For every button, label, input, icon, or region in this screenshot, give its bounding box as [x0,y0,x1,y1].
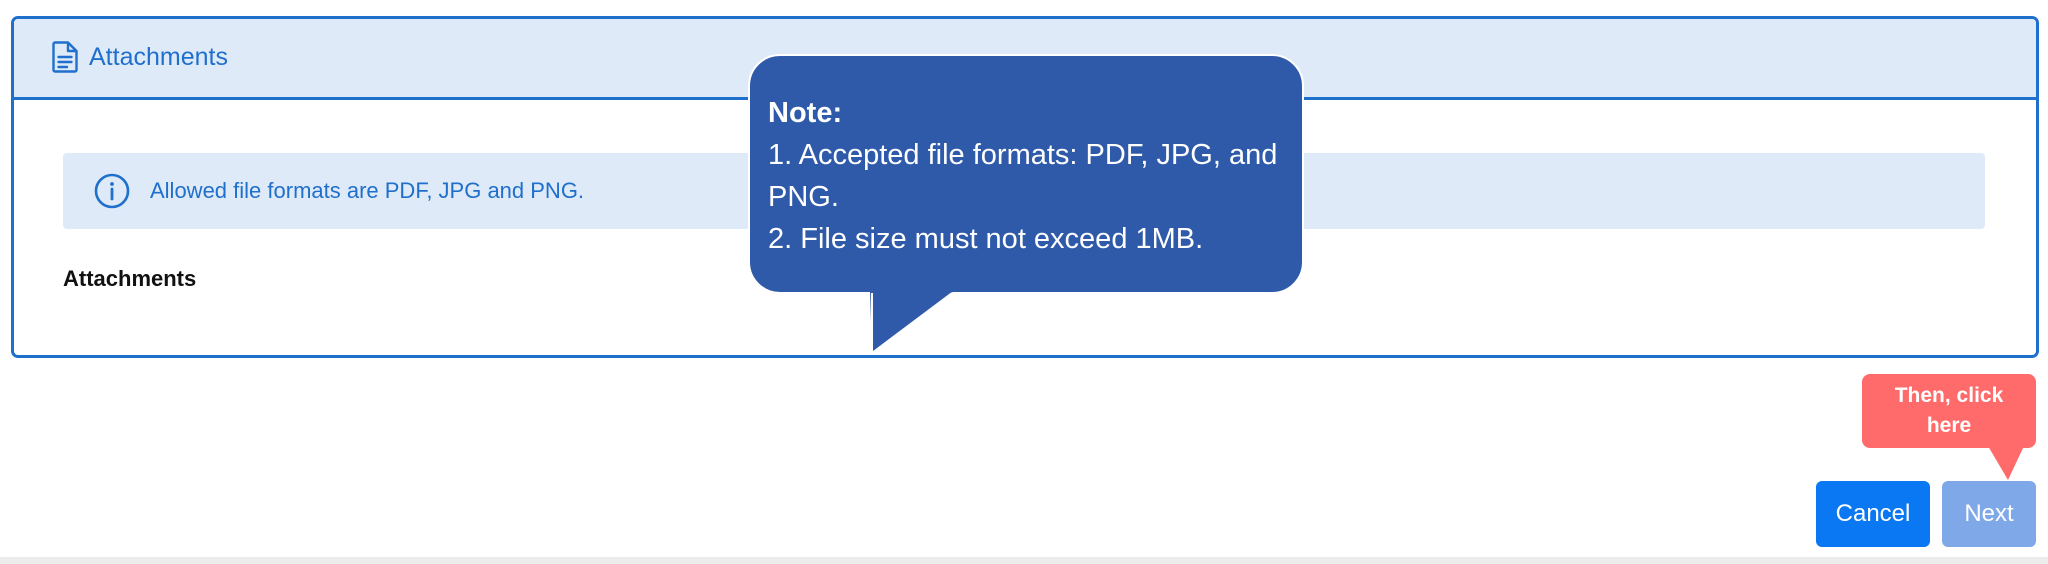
note-content: Note: 1. Accepted file formats: PDF, JPG… [768,92,1288,260]
info-icon [94,173,130,209]
attachments-heading: Attachments [63,266,197,291]
cancel-button[interactable]: Cancel [1816,481,1930,547]
note-callout: Note: 1. Accepted file formats: PDF, JPG… [748,54,1304,294]
hint-callout-pointer [1988,446,2024,480]
next-button[interactable]: Next [1942,481,2036,547]
document-icon [52,41,78,73]
hint-text: Then, click here [1894,384,2004,437]
note-line-1: 1. Accepted file formats: PDF, JPG, and … [768,139,1278,213]
note-title: Note: [768,97,843,129]
info-text: Allowed file formats are PDF, JPG and PN… [150,178,585,203]
panel-title: Attachments [89,43,228,71]
note-callout-pointer [870,291,954,354]
hint-callout: Then, click here [1862,374,2036,448]
note-line-2: 2. File size must not exceed 1MB. [768,223,1204,255]
page-area: Attachments Allowed file formats are PDF… [0,0,2048,557]
